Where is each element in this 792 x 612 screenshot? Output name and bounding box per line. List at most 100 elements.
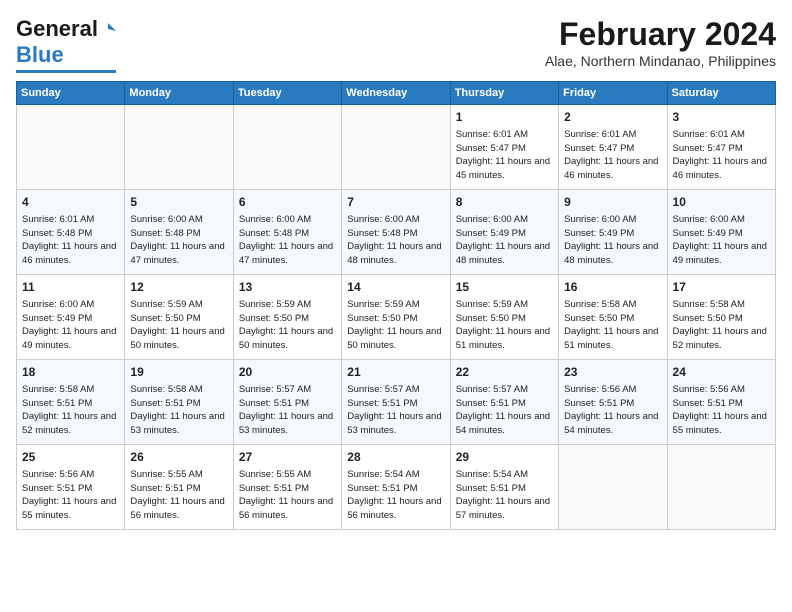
calendar-cell: 14 Sunrise: 5:59 AM Sunset: 5:50 PM Dayli… [342,275,450,360]
day-header-sunday: Sunday [17,82,125,105]
day-number: 9 [564,194,661,211]
day-number: 19 [130,364,227,381]
day-info: Sunrise: 6:01 AM Sunset: 5:47 PM Dayligh… [456,128,553,183]
calendar-cell [233,105,341,190]
day-number: 8 [456,194,553,211]
calendar-cell: 28 Sunrise: 5:54 AM Sunset: 5:51 PM Dayli… [342,445,450,530]
calendar-cell: 24 Sunrise: 5:56 AM Sunset: 5:51 PM Dayli… [667,360,775,445]
calendar-cell: 5 Sunrise: 6:00 AM Sunset: 5:48 PM Daylig… [125,190,233,275]
calendar-cell: 7Sunrise: 6:00 AM Sunset: 5:48 PM Daylig… [342,190,450,275]
day-number: 25 [22,449,119,466]
day-info: Sunrise: 6:00 AM Sunset: 5:49 PM Dayligh… [22,298,119,353]
calendar-cell: 17 Sunrise: 5:58 AM Sunset: 5:50 PM Dayli… [667,275,775,360]
day-number: 1 [456,109,553,126]
day-info: Sunrise: 5:58 AM Sunset: 5:51 PM Dayligh… [22,383,119,438]
calendar-cell [17,105,125,190]
logo-bird-icon [100,21,116,37]
day-info: Sunrise: 5:59 AM Sunset: 5:50 PM Dayligh… [456,298,553,353]
day-number: 5 [130,194,227,211]
day-info: Sunrise: 5:58 AM Sunset: 5:50 PM Dayligh… [673,298,770,353]
day-info: Sunrise: 6:00 AM Sunset: 5:49 PM Dayligh… [673,213,770,268]
month-title: February 2024 [545,16,776,53]
calendar-week-row: 11 Sunrise: 6:00 AM Sunset: 5:49 PM Dayli… [17,275,776,360]
day-number: 16 [564,279,661,296]
day-info: Sunrise: 6:01 AM Sunset: 5:47 PM Dayligh… [564,128,661,183]
calendar-cell: 16 Sunrise: 5:58 AM Sunset: 5:50 PM Dayli… [559,275,667,360]
day-number: 2 [564,109,661,126]
calendar-table: SundayMondayTuesdayWednesdayThursdayFrid… [16,81,776,530]
day-info: Sunrise: 6:00 AM Sunset: 5:49 PM Dayligh… [564,213,661,268]
day-number: 18 [22,364,119,381]
day-header-thursday: Thursday [450,82,558,105]
calendar-cell: 8Sunrise: 6:00 AM Sunset: 5:49 PM Daylig… [450,190,558,275]
day-info: Sunrise: 5:59 AM Sunset: 5:50 PM Dayligh… [239,298,336,353]
page-header: General Blue February 2024 Alae, Norther… [16,16,776,73]
day-number: 3 [673,109,770,126]
day-number: 13 [239,279,336,296]
day-number: 10 [673,194,770,211]
day-number: 7 [347,194,444,211]
calendar-cell: 19 Sunrise: 5:58 AM Sunset: 5:51 PM Dayli… [125,360,233,445]
calendar-cell: 9 Sunrise: 6:00 AM Sunset: 5:49 PM Daylig… [559,190,667,275]
day-info: Sunrise: 5:57 AM Sunset: 5:51 PM Dayligh… [456,383,553,438]
calendar-cell: 27Sunrise: 5:55 AM Sunset: 5:51 PM Dayli… [233,445,341,530]
day-number: 6 [239,194,336,211]
day-header-tuesday: Tuesday [233,82,341,105]
day-number: 4 [22,194,119,211]
calendar-cell: 25 Sunrise: 5:56 AM Sunset: 5:51 PM Dayli… [17,445,125,530]
calendar-cell: 1 Sunrise: 6:01 AM Sunset: 5:47 PM Daylig… [450,105,558,190]
day-info: Sunrise: 5:59 AM Sunset: 5:50 PM Dayligh… [347,298,444,353]
day-info: Sunrise: 5:58 AM Sunset: 5:51 PM Dayligh… [130,383,227,438]
day-info: Sunrise: 5:58 AM Sunset: 5:50 PM Dayligh… [564,298,661,353]
calendar-header-row: SundayMondayTuesdayWednesdayThursdayFrid… [17,82,776,105]
calendar-cell: 26Sunrise: 5:55 AM Sunset: 5:51 PM Dayli… [125,445,233,530]
logo: General Blue [16,16,116,73]
day-info: Sunrise: 5:56 AM Sunset: 5:51 PM Dayligh… [22,468,119,523]
logo-general: General [16,16,98,42]
calendar-cell: 18 Sunrise: 5:58 AM Sunset: 5:51 PM Dayli… [17,360,125,445]
title-area: February 2024 Alae, Northern Mindanao, P… [545,16,776,69]
calendar-week-row: 18 Sunrise: 5:58 AM Sunset: 5:51 PM Dayli… [17,360,776,445]
location: Alae, Northern Mindanao, Philippines [545,53,776,69]
calendar-week-row: 4 Sunrise: 6:01 AM Sunset: 5:48 PM Daylig… [17,190,776,275]
day-info: Sunrise: 5:55 AM Sunset: 5:51 PM Dayligh… [130,468,227,523]
day-number: 24 [673,364,770,381]
calendar-cell: 29 Sunrise: 5:54 AM Sunset: 5:51 PM Dayli… [450,445,558,530]
calendar-cell: 2 Sunrise: 6:01 AM Sunset: 5:47 PM Daylig… [559,105,667,190]
calendar-cell: 3 Sunrise: 6:01 AM Sunset: 5:47 PM Daylig… [667,105,775,190]
calendar-cell: 11 Sunrise: 6:00 AM Sunset: 5:49 PM Dayli… [17,275,125,360]
calendar-cell: 21Sunrise: 5:57 AM Sunset: 5:51 PM Dayli… [342,360,450,445]
day-number: 17 [673,279,770,296]
day-number: 29 [456,449,553,466]
day-number: 28 [347,449,444,466]
calendar-cell [125,105,233,190]
calendar-week-row: 1 Sunrise: 6:01 AM Sunset: 5:47 PM Daylig… [17,105,776,190]
day-number: 20 [239,364,336,381]
logo-blue: Blue [16,42,64,68]
day-header-saturday: Saturday [667,82,775,105]
calendar-cell: 13 Sunrise: 5:59 AM Sunset: 5:50 PM Dayli… [233,275,341,360]
logo-underline [16,70,116,73]
day-info: Sunrise: 5:56 AM Sunset: 5:51 PM Dayligh… [673,383,770,438]
day-info: Sunrise: 5:55 AM Sunset: 5:51 PM Dayligh… [239,468,336,523]
day-header-monday: Monday [125,82,233,105]
calendar-cell: 6 Sunrise: 6:00 AM Sunset: 5:48 PM Daylig… [233,190,341,275]
calendar-cell: 15Sunrise: 5:59 AM Sunset: 5:50 PM Dayli… [450,275,558,360]
calendar-cell [559,445,667,530]
calendar-cell: 20Sunrise: 5:57 AM Sunset: 5:51 PM Dayli… [233,360,341,445]
day-info: Sunrise: 6:00 AM Sunset: 5:48 PM Dayligh… [239,213,336,268]
day-info: Sunrise: 5:54 AM Sunset: 5:51 PM Dayligh… [347,468,444,523]
day-info: Sunrise: 6:01 AM Sunset: 5:48 PM Dayligh… [22,213,119,268]
day-info: Sunrise: 6:00 AM Sunset: 5:48 PM Dayligh… [130,213,227,268]
day-number: 12 [130,279,227,296]
calendar-cell: 4 Sunrise: 6:01 AM Sunset: 5:48 PM Daylig… [17,190,125,275]
calendar-week-row: 25 Sunrise: 5:56 AM Sunset: 5:51 PM Dayli… [17,445,776,530]
day-number: 22 [456,364,553,381]
day-info: Sunrise: 5:54 AM Sunset: 5:51 PM Dayligh… [456,468,553,523]
calendar-cell [342,105,450,190]
day-number: 14 [347,279,444,296]
day-number: 11 [22,279,119,296]
day-info: Sunrise: 6:01 AM Sunset: 5:47 PM Dayligh… [673,128,770,183]
calendar-cell: 12Sunrise: 5:59 AM Sunset: 5:50 PM Dayli… [125,275,233,360]
day-header-wednesday: Wednesday [342,82,450,105]
